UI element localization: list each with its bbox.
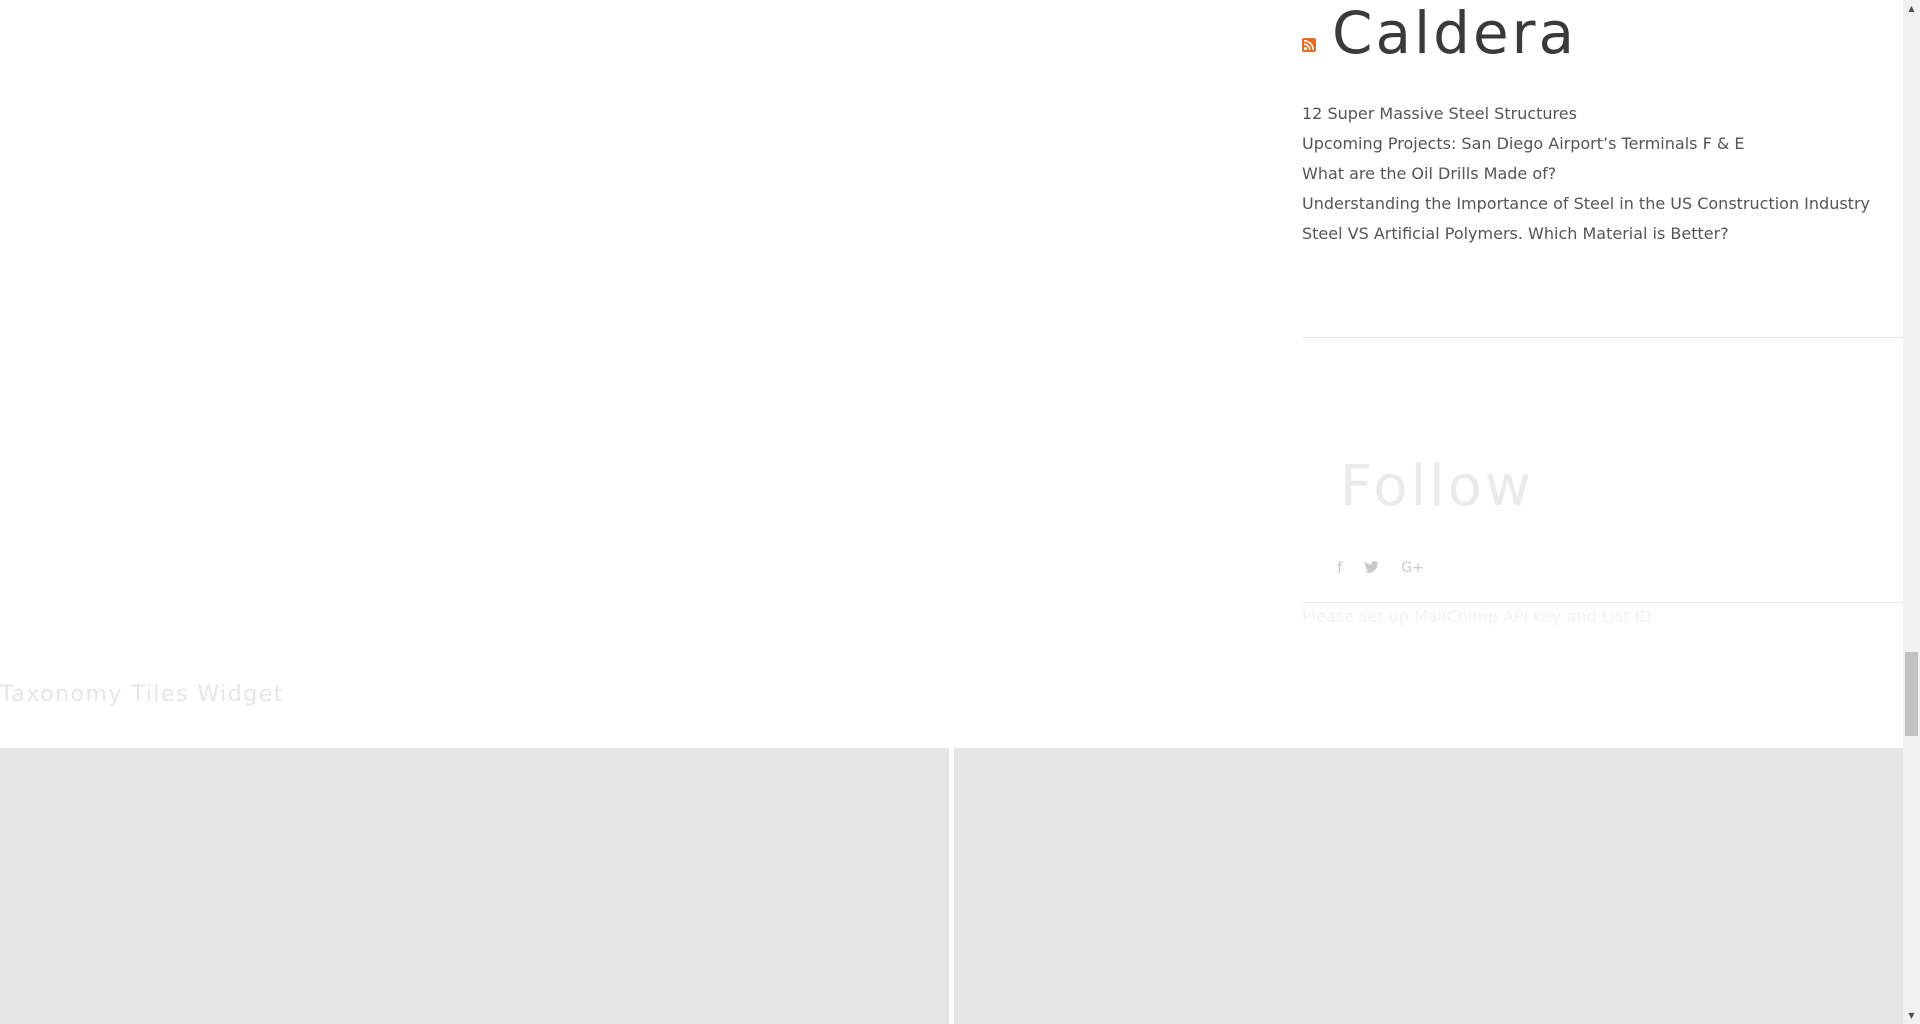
- rss-post-link[interactable]: Understanding the Importance of Steel in…: [1302, 192, 1902, 222]
- widget-divider: [1302, 602, 1904, 603]
- page: Caldera 12 Super Massive Steel Structure…: [0, 0, 1920, 1024]
- scroll-up-arrow-icon[interactable]: ▲: [1903, 0, 1920, 17]
- scroll-down-arrow-icon[interactable]: ▼: [1903, 1007, 1920, 1024]
- follow-widget-title: Follow: [1340, 454, 1534, 519]
- taxonomy-tile[interactable]: [954, 748, 1903, 1024]
- rss-post-link[interactable]: Steel VS Artificial Polymers. Which Mate…: [1302, 222, 1902, 252]
- widget-divider: [1302, 337, 1904, 338]
- rss-post-link[interactable]: 12 Super Massive Steel Structures: [1302, 102, 1902, 132]
- twitter-icon[interactable]: [1364, 556, 1379, 580]
- google-plus-icon[interactable]: G+: [1401, 556, 1424, 580]
- social-links: f G+: [1337, 556, 1424, 580]
- rss-feed-icon[interactable]: [1302, 38, 1316, 52]
- rss-widget-title[interactable]: Caldera: [1332, 0, 1577, 66]
- rss-post-list: 12 Super Massive Steel Structures Upcomi…: [1302, 102, 1902, 252]
- rss-post-link[interactable]: What are the Oil Drills Made of?: [1302, 162, 1902, 192]
- taxonomy-tile[interactable]: [0, 748, 949, 1024]
- facebook-icon[interactable]: f: [1337, 556, 1342, 580]
- taxonomy-tiles-title: Taxonomy Tiles Widget: [0, 682, 284, 707]
- mailchimp-setup-notice: Please set up MailChimp API key and List…: [1302, 607, 1652, 626]
- scrollbar-thumb[interactable]: [1905, 652, 1918, 736]
- rss-post-link[interactable]: Upcoming Projects: San Diego Airport’s T…: [1302, 132, 1902, 162]
- vertical-scrollbar[interactable]: ▲ ▼: [1903, 0, 1920, 1024]
